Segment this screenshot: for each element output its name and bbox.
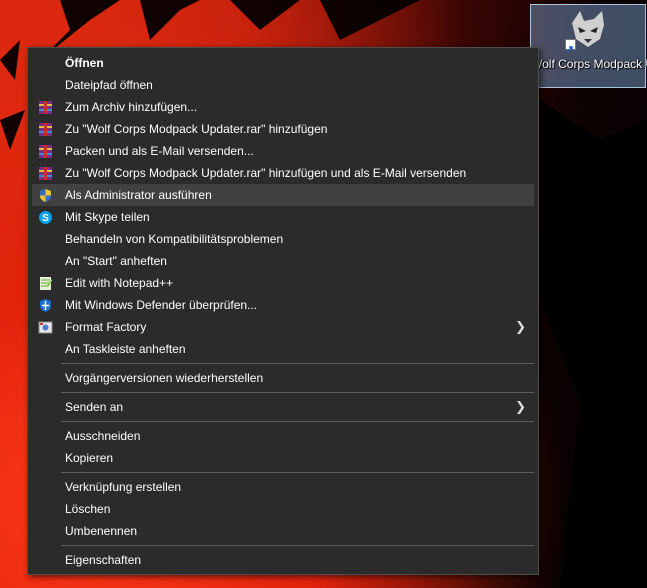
menu-item-label: Edit with Notepad++	[65, 276, 174, 290]
notepadpp-icon	[38, 276, 53, 291]
shortcut-arrow-icon	[565, 39, 576, 52]
menu-item-label: Vorgängerversionen wiederherstellen	[65, 371, 264, 385]
menu-item-label: Zum Archiv hinzufügen...	[65, 100, 198, 114]
svg-text:S: S	[42, 213, 49, 224]
menu-item-label: Löschen	[65, 502, 111, 516]
menu-item-edit-with-notepad[interactable]: Edit with Notepad++	[32, 272, 534, 294]
menu-item-label: Ausschneiden	[65, 429, 141, 443]
winrar-icon	[38, 166, 53, 181]
menu-item-mit-windows-defender-überprüfen[interactable]: Mit Windows Defender überprüfen...	[32, 294, 534, 316]
menu-item-label: Kopieren	[65, 451, 114, 465]
menu-item-label: Packen und als E-Mail versenden...	[65, 144, 254, 158]
menu-item-label: Mit Windows Defender überprüfen...	[65, 298, 258, 312]
desktop-shortcut[interactable]: Wolf Corps Modpack Updater	[530, 4, 647, 88]
menu-item-umbenennen[interactable]: Umbenennen	[32, 520, 534, 542]
menu-item-label: Format Factory	[65, 320, 147, 334]
skype-icon: S	[38, 210, 53, 225]
menu-item-als-administrator-ausführen[interactable]: Als Administrator ausführen	[32, 184, 534, 206]
menu-separator	[61, 363, 534, 364]
menu-item-label: An "Start" anheften	[65, 254, 167, 268]
format-factory-icon	[38, 320, 53, 335]
menu-item-label: Senden an	[65, 400, 124, 414]
menu-item-label: Öffnen	[65, 56, 104, 70]
menu-item-an-taskleiste-anheften[interactable]: An Taskleiste anheften	[32, 338, 534, 360]
menu-separator	[61, 545, 534, 546]
desktop-shortcut-label: Wolf Corps Modpack Updater	[531, 57, 647, 71]
menu-separator	[61, 392, 534, 393]
menu-item-label: Als Administrator ausführen	[65, 188, 212, 202]
winrar-icon	[38, 122, 53, 137]
menu-item-löschen[interactable]: Löschen	[32, 498, 534, 520]
menu-item-packen-und-als-e-mail-versenden[interactable]: Packen und als E-Mail versenden...	[32, 140, 534, 162]
context-menu: Öffnen Dateipfad öffnen Zum Archiv hinzufü…	[27, 47, 539, 575]
chevron-right-icon: ❯	[515, 399, 526, 414]
menu-item-eigenschaften[interactable]: Eigenschaften	[32, 549, 534, 571]
menu-item-label: Umbenennen	[65, 524, 138, 538]
defender-icon	[38, 298, 53, 313]
menu-item-label: Mit Skype teilen	[65, 210, 150, 224]
menu-separator	[61, 421, 534, 422]
menu-item-mit-skype-teilen[interactable]: S Mit Skype teilen	[32, 206, 534, 228]
uac-shield-icon	[38, 188, 53, 203]
menu-item-ausschneiden[interactable]: Ausschneiden	[32, 425, 534, 447]
menu-item-label: Zu "Wolf Corps Modpack Updater.rar" hinz…	[65, 166, 467, 180]
menu-item-zu-wolf-corps-modpack-updater-rar-hinzuf[interactable]: Zu "Wolf Corps Modpack Updater.rar" hinz…	[32, 118, 534, 140]
winrar-icon	[38, 100, 53, 115]
menu-item-zu-wolf-corps-modpack-updater-rar-hinzuf[interactable]: Zu "Wolf Corps Modpack Updater.rar" hinz…	[32, 162, 534, 184]
chevron-right-icon: ❯	[515, 319, 526, 334]
menu-item-dateipfad-öffnen[interactable]: Dateipfad öffnen	[32, 74, 534, 96]
menu-item-an-start-anheften[interactable]: An "Start" anheften	[32, 250, 534, 272]
menu-item-behandeln-von-kompatibilitätsproblemen[interactable]: Behandeln von Kompatibilitätsproblemen	[32, 228, 534, 250]
menu-item-label: Zu "Wolf Corps Modpack Updater.rar" hinz…	[65, 122, 328, 136]
menu-item-label: Verknüpfung erstellen	[65, 480, 182, 494]
winrar-icon	[38, 144, 53, 159]
menu-item-label: Dateipfad öffnen	[65, 78, 153, 92]
menu-item-format-factory[interactable]: Format Factory ❯	[32, 316, 534, 338]
menu-item-label: Behandeln von Kompatibilitätsproblemen	[65, 232, 284, 246]
menu-item-kopieren[interactable]: Kopieren	[32, 447, 534, 469]
menu-item-senden-an[interactable]: Senden an ❯	[32, 396, 534, 418]
menu-item-vorgängerversionen-wiederherstellen[interactable]: Vorgängerversionen wiederherstellen	[32, 367, 534, 389]
menu-item-öffnen[interactable]: Öffnen	[32, 52, 534, 74]
menu-item-label: Eigenschaften	[65, 553, 142, 567]
menu-separator	[61, 472, 534, 473]
menu-item-zum-archiv-hinzufügen[interactable]: Zum Archiv hinzufügen...	[32, 96, 534, 118]
menu-item-verknüpfung-erstellen[interactable]: Verknüpfung erstellen	[32, 476, 534, 498]
menu-item-label: An Taskleiste anheften	[65, 342, 186, 356]
